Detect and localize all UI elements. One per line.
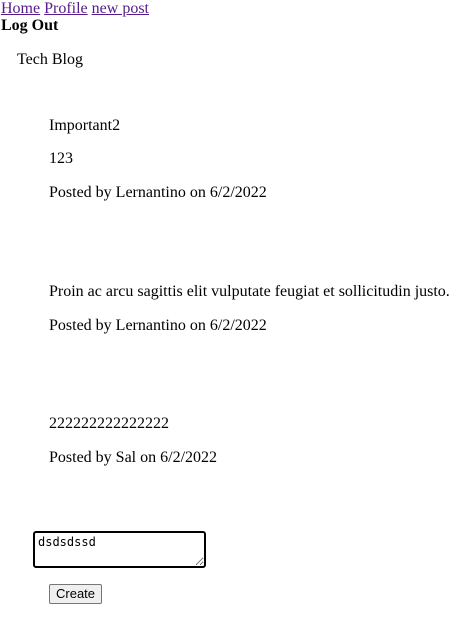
post-content: Proin ac arcu sagittis elit vulputate fe… [49, 283, 450, 300]
post-byline: Posted by Lernantino on 6/2/2022 [49, 184, 267, 201]
top-nav: Home Profile new post [1, 0, 149, 18]
post-title: Important2 [49, 117, 121, 134]
post-byline: Posted by Sal on 6/2/2022 [49, 449, 218, 466]
logout-button[interactable]: Log Out [1, 17, 58, 35]
nav-new-post-link[interactable]: new post [92, 0, 149, 17]
create-button[interactable]: Create [49, 584, 103, 604]
post-byline: Posted by Lernantino on 6/2/2022 [49, 317, 267, 334]
nav-profile-link[interactable]: Profile [44, 0, 88, 17]
post-content: 222222222222222 [49, 415, 169, 432]
comment-input[interactable]: dsdsdssd [33, 531, 206, 568]
post-content: 123 [49, 150, 73, 167]
site-title: Tech Blog [17, 51, 83, 68]
nav-home-link[interactable]: Home [1, 0, 40, 17]
